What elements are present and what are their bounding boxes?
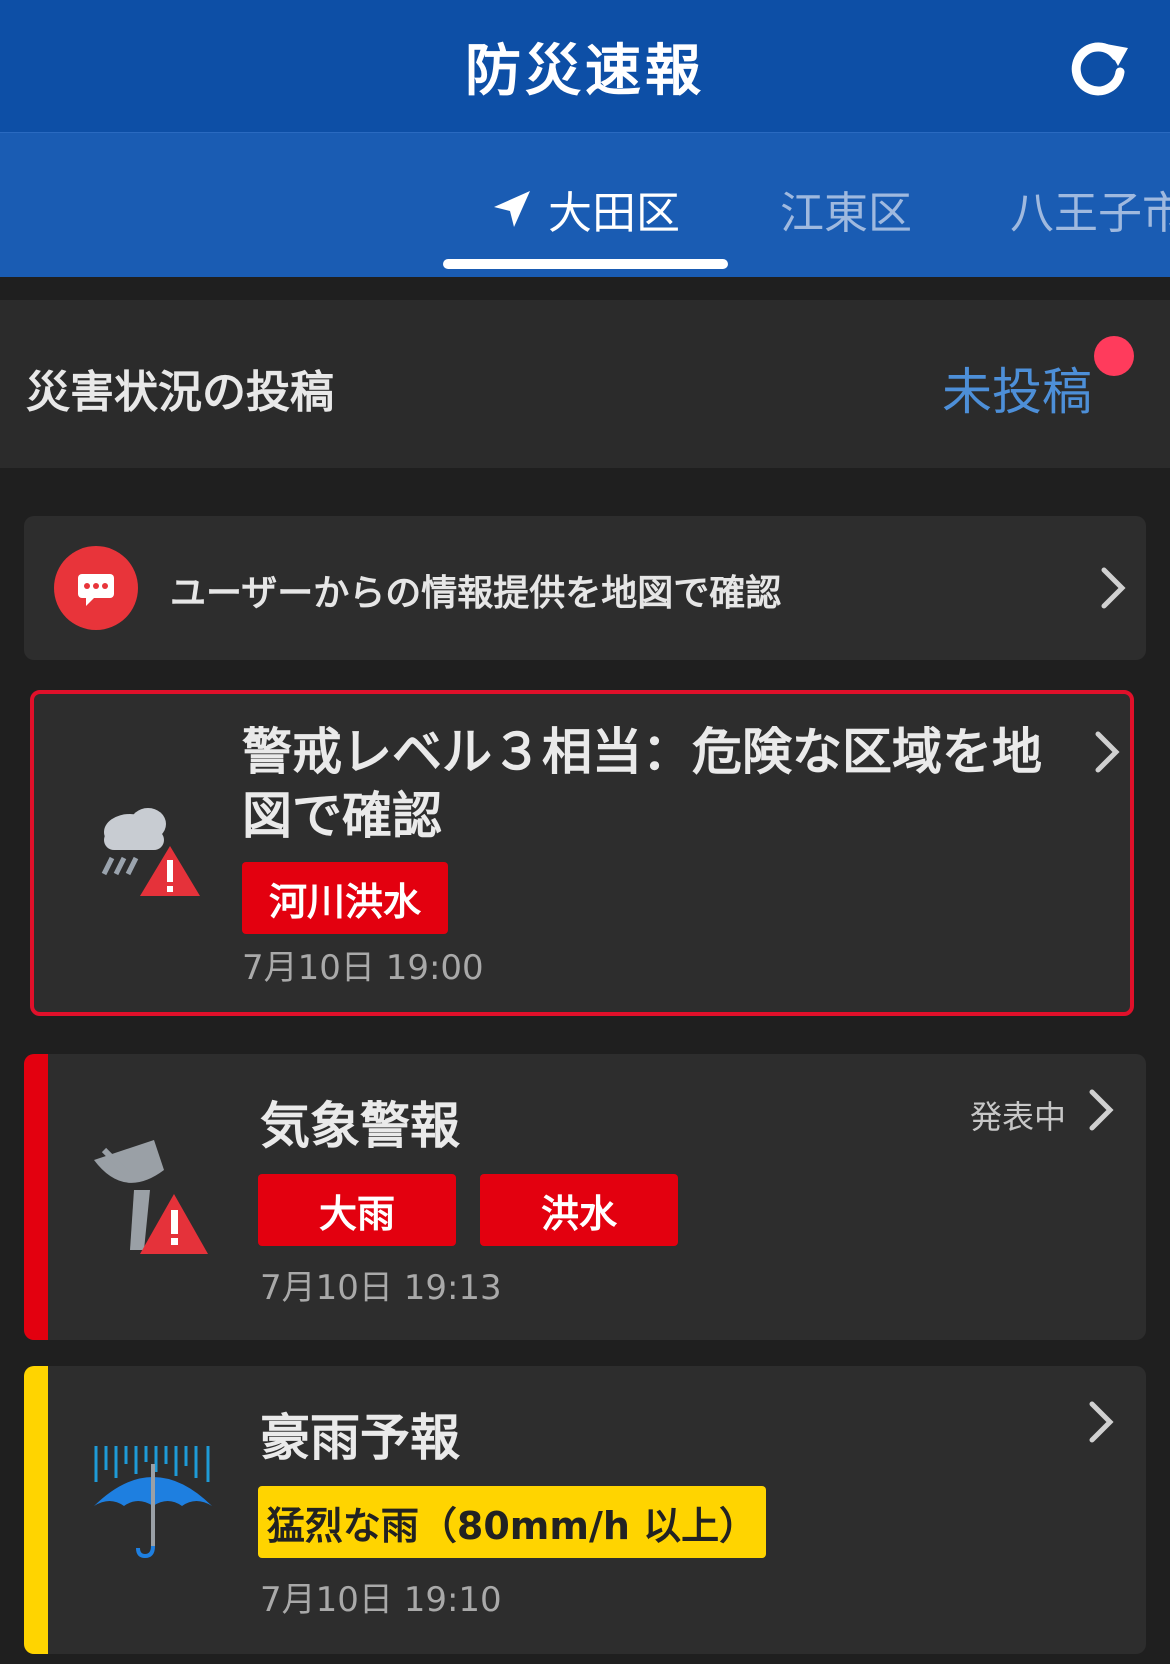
rain-intensity-tag: 猛烈な雨（80mm/h 以上） <box>258 1486 766 1558</box>
page-title: 防災速報 <box>465 38 705 104</box>
app-header: 防災速報 <box>0 0 1170 132</box>
warning-status: 発表中 <box>970 1098 1067 1136</box>
tab-label: 江東区 <box>780 188 912 239</box>
alert-tag: 河川洪水 <box>242 862 448 934</box>
disaster-post-bar[interactable]: 災害状況の投稿 未投稿 <box>0 300 1170 468</box>
active-tab-indicator <box>443 259 728 269</box>
tab-label: 大田区 <box>548 188 680 239</box>
chevron-right-icon <box>1089 1401 1114 1443</box>
warning-tag-flood: 洪水 <box>480 1174 678 1246</box>
alert-level-card[interactable]: 警戒レベル３相当：危険な区域を地 図で確認 河川洪水 7月10日 19:00 <box>30 690 1134 1016</box>
user-info-map-card[interactable]: ユーザーからの情報提供を地図で確認 <box>24 516 1146 660</box>
refresh-icon[interactable] <box>1066 34 1130 98</box>
weather-warning-card[interactable]: 気象警報 発表中 大雨 洪水 7月10日 19:13 <box>24 1054 1146 1340</box>
warning-tag-heavy-rain: 大雨 <box>258 1174 456 1246</box>
tab-label: 八王子市 <box>1010 188 1170 239</box>
tab-koto[interactable]: 江東区 <box>780 177 912 241</box>
alert-title-line1: 警戒レベル３相当：危険な区域を地 <box>242 723 1042 781</box>
warning-timestamp: 7月10日 19:13 <box>260 1268 502 1308</box>
location-arrow-icon <box>494 191 530 227</box>
tab-ota[interactable]: 大田区 <box>492 177 680 241</box>
heavy-rain-forecast-card[interactable]: 豪雨予報 猛烈な雨（80mm/h 以上） 7月10日 19:10 <box>24 1366 1146 1654</box>
rain-forecast-timestamp: 7月10日 19:10 <box>260 1580 502 1620</box>
chevron-right-icon <box>1095 731 1120 773</box>
notification-dot <box>1094 336 1134 376</box>
rain-forecast-title: 豪雨予報 <box>260 1409 460 1467</box>
warning-title: 気象警報 <box>260 1097 460 1155</box>
region-tabs: 大田区 江東区 八王子市 <box>0 132 1170 277</box>
alert-timestamp: 7月10日 19:00 <box>242 948 484 988</box>
post-bar-title: 災害状況の投稿 <box>26 367 334 418</box>
info-card-text: ユーザーからの情報提供を地図で確認 <box>170 573 782 614</box>
chevron-right-icon <box>1089 1089 1114 1131</box>
post-status-link[interactable]: 未投稿 <box>942 352 1092 424</box>
severity-stripe <box>24 1366 48 1654</box>
tab-hachioji[interactable]: 八王子市 <box>1010 177 1170 241</box>
alert-title-line2: 図で確認 <box>242 787 442 845</box>
chat-bubble-icon <box>54 546 138 630</box>
chevron-right-icon <box>1101 567 1126 609</box>
severity-stripe <box>24 1054 48 1340</box>
satellite-dish-warning-icon <box>94 1140 208 1254</box>
rain-warning-icon <box>101 808 200 896</box>
umbrella-rain-icon <box>94 1446 212 1559</box>
